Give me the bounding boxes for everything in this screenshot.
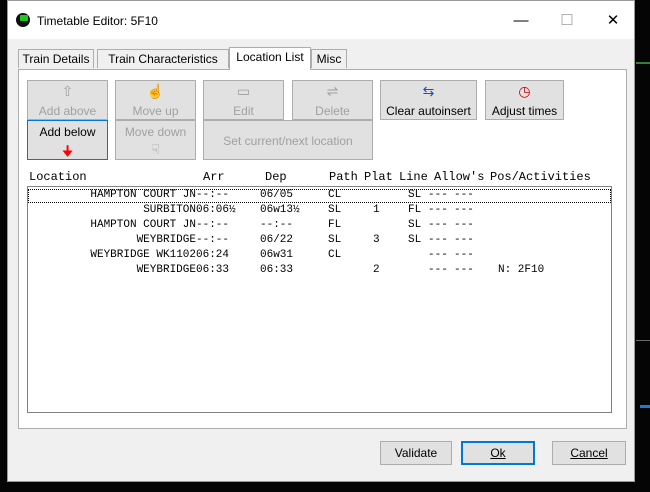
cell-dep: 06w13½ — [260, 204, 300, 216]
background-track-line — [636, 62, 650, 64]
table-row[interactable]: SURBITON 06:06½ 06w13½ SL 1 FL --- --- — [28, 204, 611, 218]
cell-arr: --:-- — [196, 219, 230, 231]
tab-train-characteristics[interactable]: Train Characteristics — [97, 49, 229, 68]
col-path: Path — [329, 170, 358, 184]
cell-plat: 2 — [373, 264, 380, 276]
arrow-down-icon: 🠋 — [61, 143, 74, 159]
delete-icon: ⇌ — [326, 83, 339, 99]
table-row[interactable]: WEYBRIDGE 06:33 06:33 2 --- --- N: 2F10 — [28, 264, 611, 278]
cell-location: WEYBRIDGE — [136, 264, 196, 276]
tab-location-list[interactable]: Location List — [229, 47, 311, 70]
cell-allow1: --- — [428, 234, 448, 246]
move-down-button[interactable]: Move down ☟ — [115, 120, 196, 160]
tab-misc[interactable]: Misc — [311, 49, 347, 68]
ok-button[interactable]: Ok — [461, 441, 535, 465]
set-current-next-location-button[interactable]: Set current/next location — [203, 120, 373, 160]
table-row[interactable]: HAMPTON COURT JN --:-- --:-- FL SL --- --- — [28, 219, 611, 233]
cell-path: SL — [328, 204, 342, 216]
table-row[interactable]: HAMPTON COURT JN --:-- 06/05 CL SL --- --- — [28, 189, 611, 203]
cell-location: SURBITON — [143, 204, 196, 216]
hand-up-icon: ☝ — [146, 83, 165, 99]
adjust-times-button[interactable]: ◷ Adjust times — [485, 80, 564, 120]
cell-location: HAMPTON COURT JN — [90, 219, 196, 231]
col-dep: Dep — [265, 170, 287, 184]
maximize-icon: ☐ — [560, 12, 574, 29]
cell-plat: 3 — [373, 234, 380, 246]
table-row[interactable]: WEYBRIDGE --:-- 06/22 SL 3 SL --- --- — [28, 234, 611, 248]
cell-allow1: --- — [428, 219, 448, 231]
col-plat: Plat — [364, 170, 393, 184]
title-bar[interactable]: Timetable Editor: 5F10 — ☐ ✕ — [8, 1, 634, 39]
cell-allow2: --- — [454, 249, 474, 261]
app-icon — [16, 13, 30, 27]
validate-button[interactable]: Validate — [380, 441, 452, 465]
col-location: Location — [29, 170, 87, 184]
cell-dep: --:-- — [260, 219, 294, 231]
cell-allow1: --- — [428, 264, 448, 276]
cell-dep: 06/22 — [260, 234, 294, 246]
cell-arr: 06:24 — [196, 249, 230, 261]
tab-train-details[interactable]: Train Details — [18, 49, 94, 68]
close-button[interactable]: ✕ — [590, 1, 636, 39]
column-header: Location Arr Dep Path Plat Line Allow's … — [29, 170, 619, 184]
cell-allow1: --- — [428, 249, 448, 261]
cell-allow2: --- — [454, 204, 474, 216]
add-above-button[interactable]: ⇧ Add above — [27, 80, 108, 120]
close-icon: ✕ — [606, 12, 620, 29]
minimize-icon: — — [513, 11, 529, 29]
edit-icon: ▭ — [236, 83, 251, 99]
cell-arr: --:-- — [196, 189, 230, 201]
col-allows: Allow's — [434, 170, 485, 184]
cell-path: FL — [328, 219, 342, 231]
background-track-line — [636, 340, 650, 341]
cell-allow2: --- — [454, 234, 474, 246]
col-line: Line — [399, 170, 428, 184]
cell-pos: N: 2F10 — [498, 264, 545, 276]
cell-dep: 06/05 — [260, 189, 294, 201]
cell-dep: 06:33 — [260, 264, 294, 276]
cell-arr: 06:33 — [196, 264, 230, 276]
maximize-button[interactable]: ☐ — [544, 1, 590, 39]
cell-location: WEYBRIDGE — [136, 234, 196, 246]
col-arr: Arr — [203, 170, 225, 184]
cell-dep: 06w31 — [260, 249, 294, 261]
location-listbox[interactable]: HAMPTON COURT JN --:-- 06/05 CL SL --- --- SURB… — [27, 186, 612, 413]
col-pos-activities: Pos/Activities — [490, 170, 591, 184]
edit-button[interactable]: ▭ Edit — [203, 80, 284, 120]
background-track-line — [640, 405, 650, 408]
clear-autoinsert-button[interactable]: ⇆ Clear autoinsert — [380, 80, 477, 120]
cell-location: WEYBRIDGE WK1102 — [90, 249, 196, 261]
minimize-button[interactable]: — — [498, 1, 544, 39]
cell-arr: --:-- — [196, 234, 230, 246]
arrow-up-icon: ⇧ — [61, 83, 74, 99]
delete-button[interactable]: ⇌ Delete — [292, 80, 373, 120]
cell-allow2: --- — [454, 189, 474, 201]
cell-allow2: --- — [454, 219, 474, 231]
table-row[interactable]: WEYBRIDGE WK1102 06:24 06w31 CL --- --- — [28, 249, 611, 263]
cell-allow1: --- — [428, 204, 448, 216]
cell-path: SL — [328, 234, 342, 246]
timetable-editor-window: Timetable Editor: 5F10 — ☐ ✕ Train Detai… — [7, 0, 635, 482]
cell-plat: 1 — [373, 204, 380, 216]
cell-path: CL — [328, 189, 342, 201]
cell-path: CL — [328, 249, 342, 261]
move-up-button[interactable]: ☝ Move up — [115, 80, 196, 120]
cell-arr: 06:06½ — [196, 204, 236, 216]
cell-allow1: --- — [428, 189, 448, 201]
cell-allow2: --- — [454, 264, 474, 276]
hand-down-icon: ☟ — [151, 141, 160, 157]
location-list-panel: ⇧ Add above ☝ Move up ▭ Edit ⇌ Delete ⇆ … — [18, 69, 627, 429]
window-title: Timetable Editor: 5F10 — [37, 14, 158, 28]
cell-location: HAMPTON COURT JN — [90, 189, 196, 201]
cancel-button[interactable]: Cancel — [552, 441, 626, 465]
autoinsert-icon: ⇆ — [422, 83, 435, 99]
add-below-button[interactable]: Add below 🠋 — [27, 120, 108, 160]
clock-icon: ◷ — [518, 83, 531, 99]
